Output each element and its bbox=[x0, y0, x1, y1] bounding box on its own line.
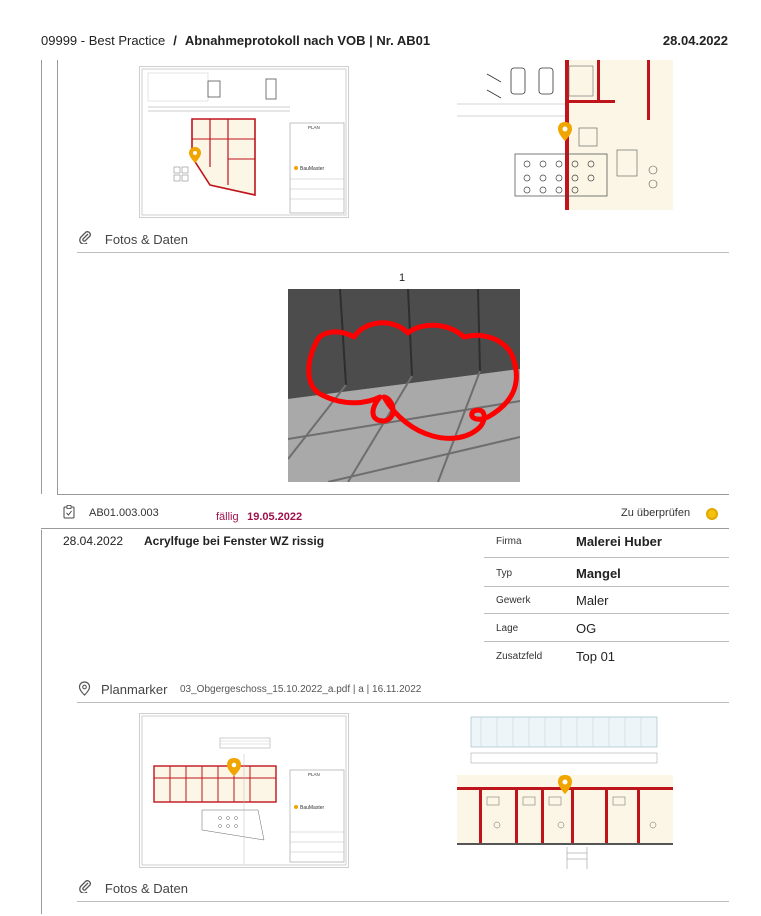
photo-image bbox=[288, 289, 520, 482]
document-title: Abnahmeprotokoll nach VOB | Nr. AB01 bbox=[184, 33, 431, 48]
field-value-zusatzfeld: Top 01 bbox=[576, 649, 616, 664]
photos-section-header[interactable]: Fotos & Daten bbox=[79, 231, 188, 249]
due-info: fällig 19.05.2022 bbox=[216, 507, 302, 525]
plan-thumbnail-overview[interactable]: PLAN BauMaster bbox=[139, 66, 349, 218]
photo-number: 1 bbox=[399, 272, 406, 284]
document-date: 28.04.2022 bbox=[662, 33, 728, 48]
field-label-gewerk: Gewerk bbox=[496, 595, 531, 606]
divider bbox=[41, 528, 729, 529]
plan-title-text: PLAN bbox=[308, 772, 320, 777]
divider bbox=[77, 702, 729, 703]
photos-label: Fotos & Daten bbox=[104, 232, 188, 247]
map-pin-icon bbox=[78, 681, 91, 701]
due-date: 19.05.2022 bbox=[247, 511, 303, 523]
paperclip-icon bbox=[79, 880, 96, 896]
plan-thumbnail-detail[interactable] bbox=[457, 713, 673, 869]
document-header: 09999 - Best Practice / Abnahmeprotokoll n… bbox=[41, 33, 430, 48]
left-rule-inner bbox=[57, 60, 58, 494]
planmarker-label: Planmarker bbox=[101, 682, 168, 697]
plan-brand-text: BauMaster bbox=[300, 166, 325, 172]
paperclip-icon bbox=[79, 231, 96, 247]
item-date: 28.04.2022 bbox=[63, 534, 124, 548]
project-name: 09999 - Best Practice bbox=[41, 33, 166, 48]
divider bbox=[77, 252, 729, 253]
field-value-gewerk: Maler bbox=[576, 593, 609, 608]
photos-label: Fotos & Daten bbox=[104, 881, 188, 896]
divider bbox=[57, 494, 729, 495]
field-divider bbox=[484, 641, 729, 642]
photos-section-header[interactable]: Fotos & Daten bbox=[79, 880, 188, 898]
planmarker-file[interactable]: 03_Obgergeschoss_15.10.2022_a.pdf | a | … bbox=[180, 684, 421, 695]
item-id[interactable]: AB01.003.003 bbox=[89, 507, 159, 519]
plan-detail-drawing bbox=[457, 60, 673, 210]
field-divider bbox=[484, 557, 729, 558]
field-divider bbox=[484, 613, 729, 614]
field-label-lage: Lage bbox=[496, 623, 519, 634]
plan-brand-text: BauMaster bbox=[300, 805, 325, 811]
status-text: Zu überprüfen bbox=[621, 507, 691, 519]
field-value-firma: Malerei Huber bbox=[576, 534, 662, 549]
plan-drawing: PLAN BauMaster bbox=[141, 68, 347, 216]
task-icon bbox=[63, 505, 75, 524]
defect-photo[interactable] bbox=[288, 289, 520, 482]
field-value-typ: Mangel bbox=[576, 566, 621, 581]
field-label-typ: Typ bbox=[496, 568, 513, 579]
due-label: fällig bbox=[216, 511, 239, 523]
plan-thumbnail-overview[interactable]: PLAN BauMaster bbox=[139, 713, 349, 868]
field-divider bbox=[484, 586, 729, 587]
field-label-firma: Firma bbox=[496, 536, 522, 547]
plan-thumbnail-detail[interactable] bbox=[457, 60, 673, 220]
item-title: Acrylfuge bei Fenster WZ rissig bbox=[144, 534, 325, 548]
plan-title-text: PLAN bbox=[308, 125, 320, 130]
status-indicator-icon bbox=[706, 508, 718, 520]
divider bbox=[77, 901, 729, 902]
plan-drawing: PLAN BauMaster bbox=[141, 715, 347, 866]
plan-detail-drawing bbox=[457, 716, 673, 869]
field-label-zusatzfeld: Zusatzfeld bbox=[496, 651, 543, 662]
left-rule bbox=[41, 60, 42, 494]
header-separator: / bbox=[173, 33, 177, 48]
left-rule-lower bbox=[41, 530, 42, 914]
field-value-lage: OG bbox=[576, 621, 597, 636]
